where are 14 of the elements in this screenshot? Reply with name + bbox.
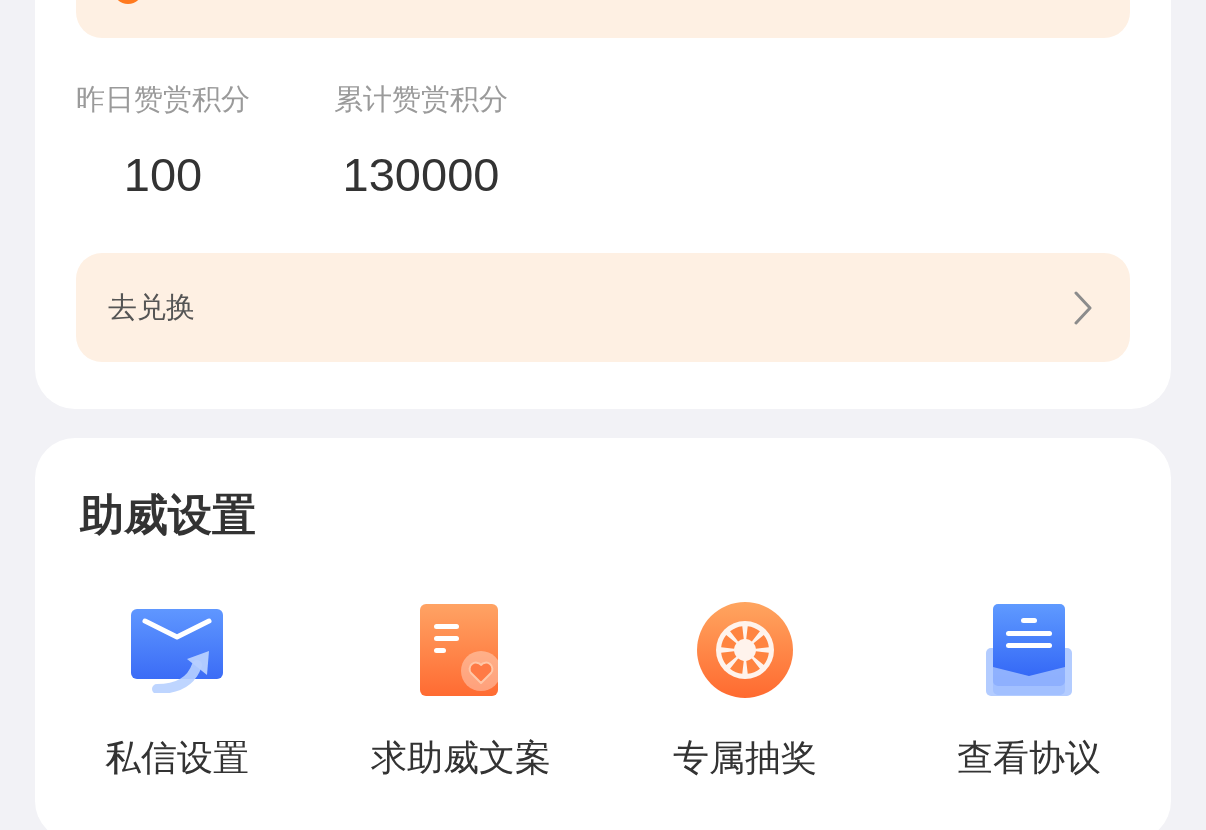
shortcut-button[interactable]: 专属抽奖: [603, 600, 887, 781]
exchange-button[interactable]: 去兑换: [76, 253, 1130, 362]
document-envelope-icon: [986, 604, 1072, 696]
stat-label: 昨日赞赏积分: [76, 81, 250, 118]
shortcut-button[interactable]: 求助威文案: [319, 600, 603, 781]
shortcut-button[interactable]: 查看协议: [887, 600, 1171, 781]
shortcut-button[interactable]: 私信设置: [35, 600, 319, 781]
stat-value: 100: [123, 147, 203, 202]
mail-arrow-icon: [129, 607, 225, 693]
prize-wheel-icon: [697, 602, 793, 698]
stat-label: 累计赞赏积分: [334, 81, 508, 118]
stat-value: 130000: [342, 147, 500, 202]
chevron-right-icon: [1074, 290, 1092, 325]
section-title: 助威设置: [78, 488, 257, 542]
